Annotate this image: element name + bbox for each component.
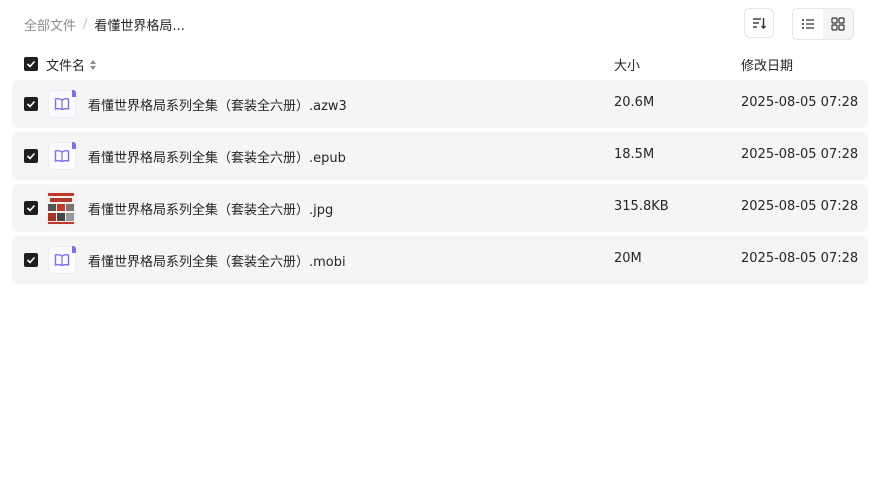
file-list: 看懂世界格局系列全集（套装全六册）.azw3 20.6M 2025-08-05 … bbox=[12, 80, 868, 288]
file-name[interactable]: 看懂世界格局系列全集（套装全六册）.jpg bbox=[88, 199, 333, 218]
file-date: 2025-08-05 07:28 bbox=[741, 147, 859, 162]
column-header-size[interactable]: 大小 bbox=[614, 55, 640, 74]
row-checkbox[interactable] bbox=[24, 201, 38, 215]
list-view-button[interactable] bbox=[793, 9, 823, 39]
file-name[interactable]: 看懂世界格局系列全集（套装全六册）.epub bbox=[88, 147, 346, 166]
image-thumbnail bbox=[46, 191, 76, 225]
table-header: 文件名 大小 修改日期 bbox=[12, 50, 868, 78]
file-name[interactable]: 看懂世界格局系列全集（套装全六册）.azw3 bbox=[88, 95, 347, 114]
file-size: 20M bbox=[614, 251, 642, 266]
list-icon bbox=[802, 19, 814, 29]
file-date: 2025-08-05 07:28 bbox=[741, 95, 859, 110]
row-checkbox[interactable] bbox=[24, 149, 38, 163]
file-size: 18.5M bbox=[614, 147, 655, 162]
file-size: 315.8KB bbox=[614, 199, 669, 214]
sort-button[interactable] bbox=[744, 8, 774, 38]
check-icon bbox=[26, 204, 36, 212]
check-icon bbox=[26, 100, 36, 108]
ebook-icon bbox=[48, 90, 76, 118]
check-icon bbox=[26, 60, 36, 68]
table-row[interactable]: 看懂世界格局系列全集（套装全六册）.mobi 20M 2025-08-05 07… bbox=[12, 236, 868, 284]
column-header-date[interactable]: 修改日期 bbox=[741, 55, 793, 74]
sort-icon bbox=[753, 18, 766, 29]
sort-caret-icon[interactable] bbox=[89, 59, 97, 71]
select-all-checkbox[interactable] bbox=[24, 57, 38, 71]
column-header-name-label: 文件名 bbox=[46, 59, 86, 74]
row-checkbox[interactable] bbox=[24, 253, 38, 267]
table-row[interactable]: 看懂世界格局系列全集（套装全六册）.azw3 20.6M 2025-08-05 … bbox=[12, 80, 868, 128]
breadcrumb: 全部文件 / 看懂世界格局... bbox=[24, 14, 185, 34]
ebook-icon bbox=[48, 142, 76, 170]
table-row[interactable]: 看懂世界格局系列全集（套装全六册）.jpg 315.8KB 2025-08-05… bbox=[12, 184, 868, 232]
file-date: 2025-08-05 07:28 bbox=[741, 251, 859, 266]
top-bar: 全部文件 / 看懂世界格局... bbox=[0, 0, 878, 48]
ebook-icon bbox=[48, 246, 76, 274]
check-icon bbox=[26, 152, 36, 160]
breadcrumb-root-link[interactable]: 全部文件 bbox=[24, 15, 76, 34]
grid-view-button[interactable] bbox=[823, 9, 853, 39]
file-name[interactable]: 看懂世界格局系列全集（套装全六册）.mobi bbox=[88, 251, 346, 270]
column-header-name[interactable]: 文件名 bbox=[46, 55, 97, 74]
row-checkbox[interactable] bbox=[24, 97, 38, 111]
check-icon bbox=[26, 256, 36, 264]
table-row[interactable]: 看懂世界格局系列全集（套装全六册）.epub 18.5M 2025-08-05 … bbox=[12, 132, 868, 180]
view-toggle bbox=[792, 8, 854, 40]
breadcrumb-current: 看懂世界格局... bbox=[94, 18, 185, 34]
file-date: 2025-08-05 07:28 bbox=[741, 199, 859, 214]
file-size: 20.6M bbox=[614, 95, 655, 110]
grid-icon bbox=[831, 17, 845, 31]
breadcrumb-separator: / bbox=[83, 16, 88, 32]
